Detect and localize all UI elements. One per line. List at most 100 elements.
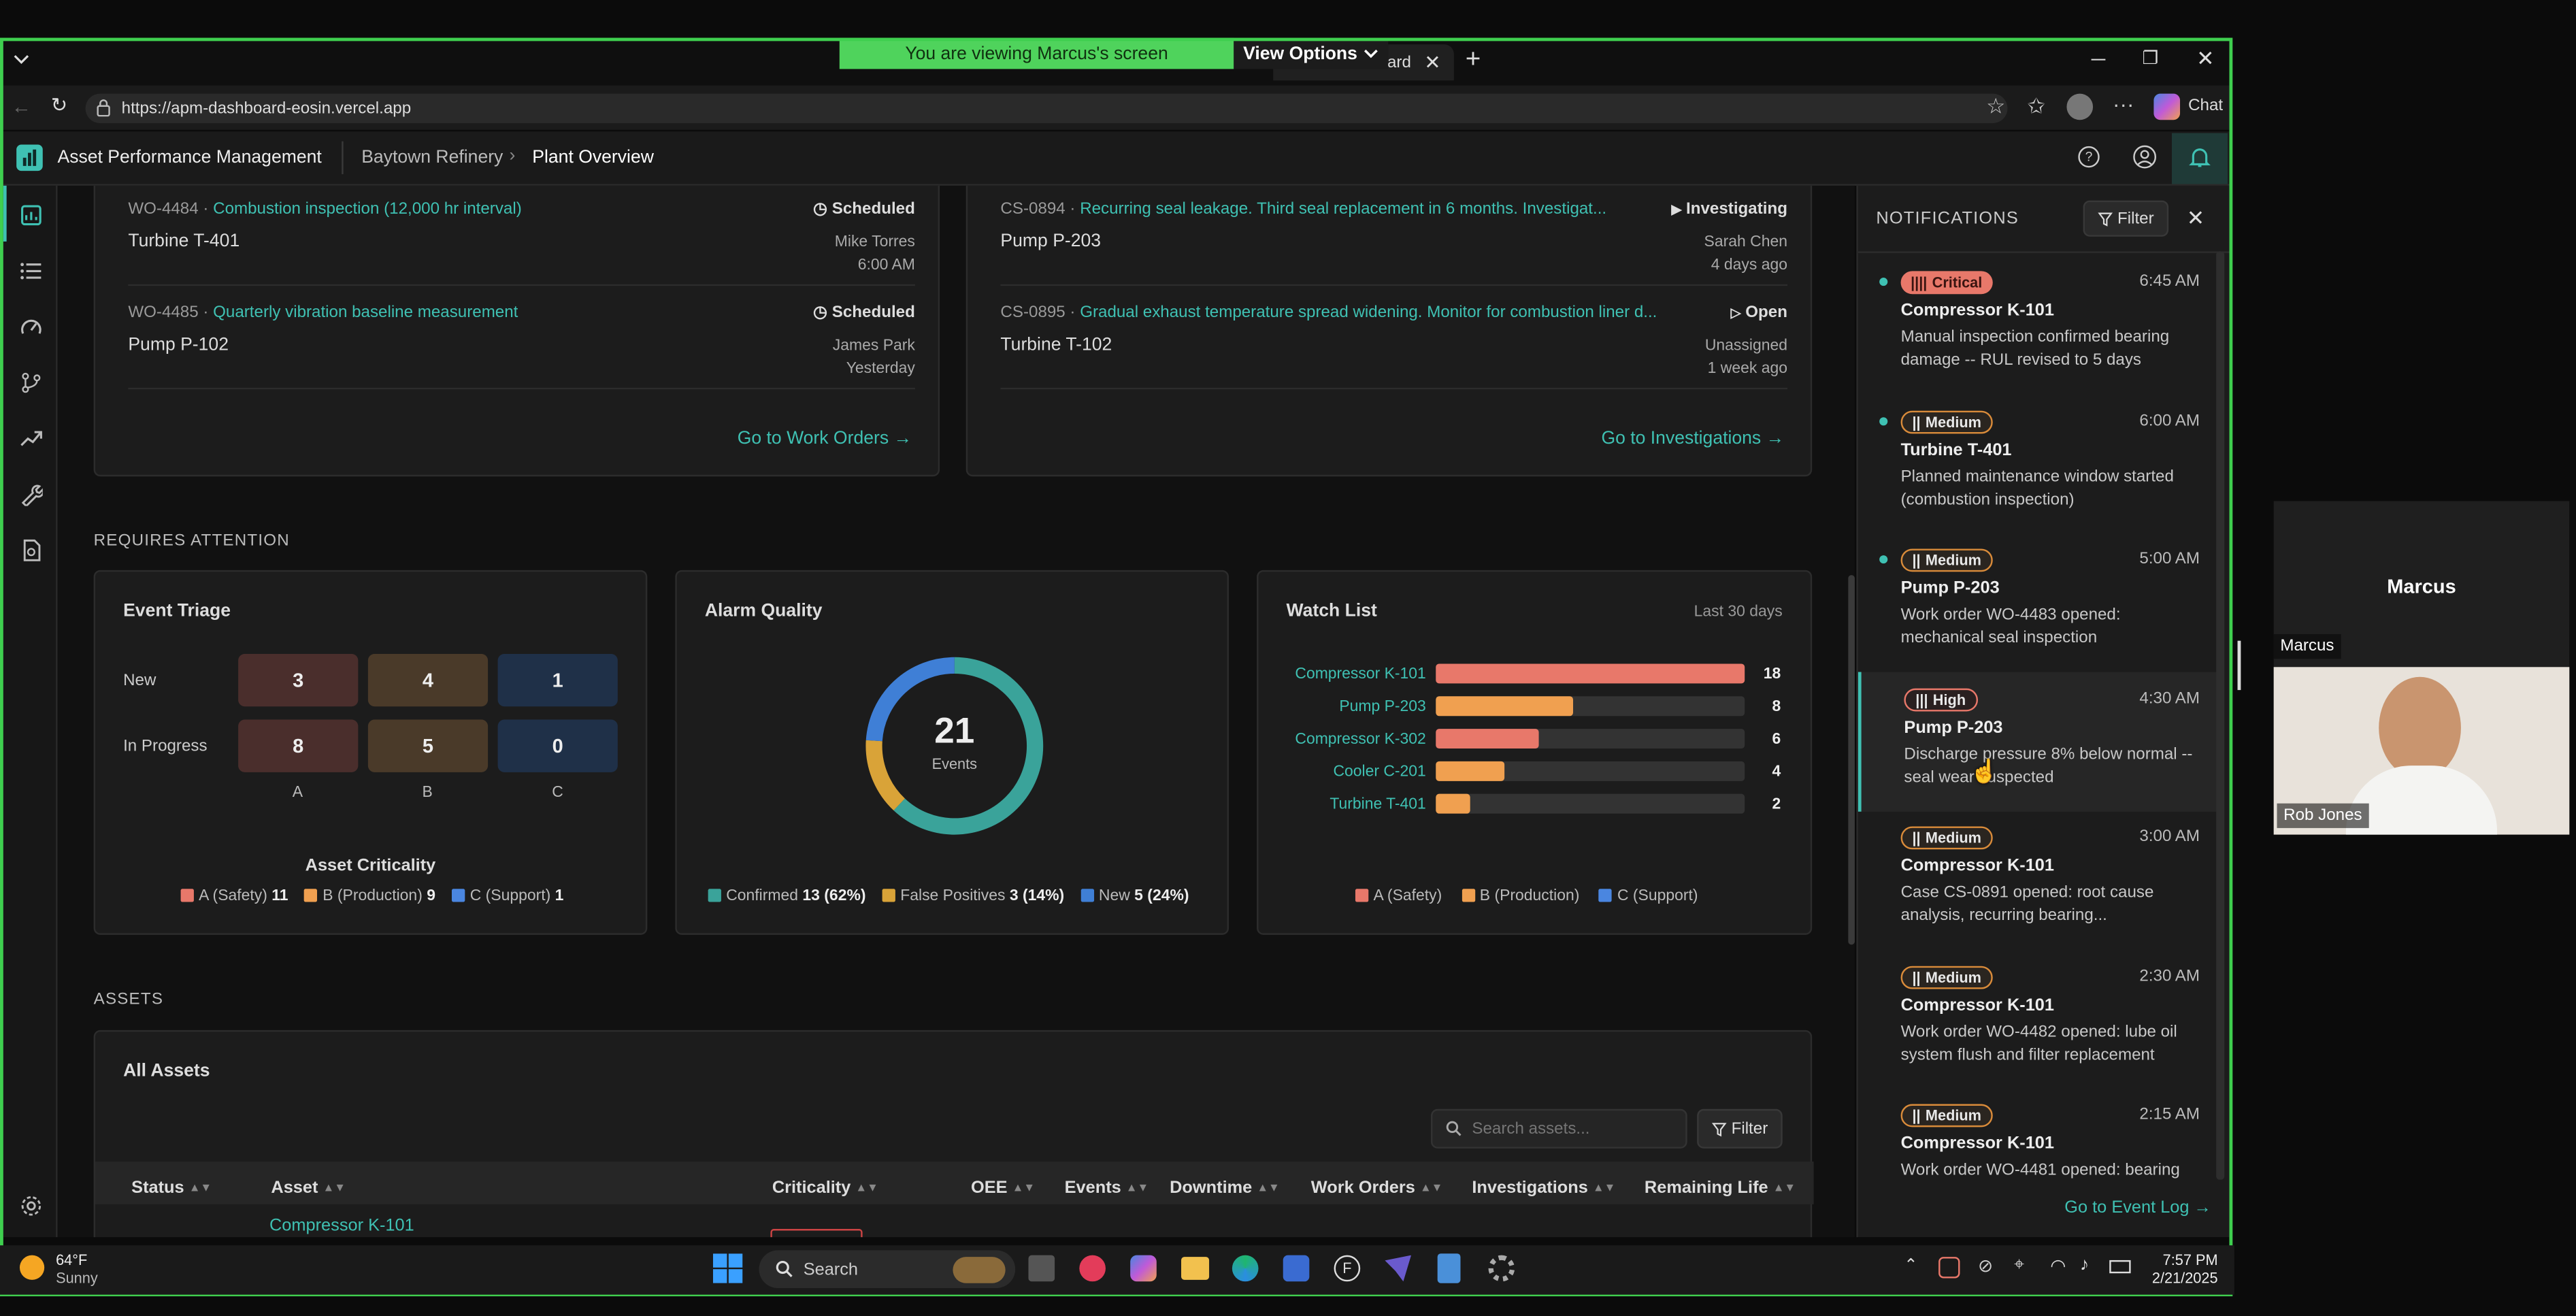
close-notifications-icon[interactable]: ✕ [2187, 205, 2205, 232]
favorites-icon[interactable]: ✩ [2027, 94, 2045, 120]
work-order-row[interactable]: WO-4485 · Quarterly vibration baseline m… [128, 291, 915, 390]
nav-gauge-icon[interactable] [20, 316, 43, 339]
main-scrollbar[interactable] [1848, 575, 1855, 945]
investigation-row[interactable]: CS-0895 · Gradual exhaust temperature sp… [1000, 291, 1787, 390]
case-title-link[interactable]: Recurring seal leakage. Third seal repla… [1080, 201, 1606, 219]
asset-search-input[interactable] [1472, 1119, 1670, 1138]
column-work-orders[interactable]: Work Orders ▲▼ [1311, 1170, 1443, 1206]
triage-cell-inprogress-b[interactable]: 5 [367, 719, 489, 772]
column-status[interactable]: Status ▲▼ [131, 1170, 212, 1206]
chat-button[interactable]: Chat [2188, 97, 2223, 115]
tray-chevron-icon[interactable]: ⌃ [1904, 1257, 1917, 1275]
settings-app-icon[interactable] [1488, 1255, 1515, 1282]
edge-browser-icon[interactable] [1232, 1255, 1259, 1282]
notifications-bell-button[interactable] [2171, 133, 2228, 184]
notification-item[interactable]: || Medium 2:30 AM Compressor K-101 Work orde… [1858, 949, 2216, 1088]
address-bar[interactable]: https://apm-dashboard-eosin.vercel.app [85, 93, 2008, 124]
favorite-star-icon[interactable]: ☆ [1986, 94, 2005, 120]
file-explorer-icon[interactable] [1181, 1257, 1210, 1280]
new-tab-icon[interactable]: + [1466, 46, 1481, 76]
reload-icon[interactable]: ↻ [51, 94, 67, 117]
notification-item[interactable]: || Medium 5:00 AM Pump P-203 Work order WO-4… [1858, 532, 2216, 672]
bar-category-label[interactable]: Turbine T-401 [1330, 794, 1425, 812]
nav-wrench-icon[interactable] [20, 483, 43, 506]
nav-document-icon[interactable] [20, 539, 43, 562]
go-to-work-orders-link[interactable]: Go to Work Orders → [738, 429, 912, 448]
notification-item[interactable]: ||| High 4:30 AM Pump P-203 Discharge pressu… [1857, 671, 2217, 811]
go-to-event-log-link[interactable]: Go to Event Log → [2064, 1198, 2211, 1217]
back-icon[interactable]: ← [12, 95, 31, 118]
investigation-row[interactable]: CS-0894 · Recurring seal leakage. Third … [1000, 187, 1787, 286]
notepad-icon[interactable] [1437, 1253, 1461, 1283]
triage-cell-inprogress-c[interactable]: 0 [497, 719, 618, 772]
go-to-investigations-link[interactable]: Go to Investigations → [1601, 429, 1784, 448]
minimize-icon[interactable]: ─ [2092, 48, 2106, 71]
nav-list-icon[interactable] [20, 259, 43, 282]
wifi-icon[interactable]: ◠ [2050, 1255, 2066, 1277]
column-remaining-life[interactable]: Remaining Life ▲▼ [1645, 1170, 1796, 1206]
nav-dashboard-icon[interactable] [20, 203, 43, 227]
work-order-title-link[interactable]: Quarterly vibration baseline measurement [213, 304, 518, 323]
work-order-title-link[interactable]: Combustion inspection (12,000 hr interva… [213, 201, 522, 219]
bar-category-label[interactable]: Compressor K-101 [1295, 664, 1425, 682]
bar[interactable] [1436, 729, 1539, 749]
task-view-icon[interactable] [1028, 1255, 1055, 1282]
profile-avatar[interactable] [2066, 93, 2094, 120]
restore-icon[interactable]: ❐ [2143, 48, 2159, 69]
notification-item[interactable]: |||| Critical 6:45 AM Compressor K-101 Manua… [1858, 254, 2216, 394]
pinned-app-icon[interactable] [1385, 1255, 1412, 1282]
f-app-icon[interactable]: F [1334, 1255, 1361, 1282]
help-icon[interactable]: ? [2078, 146, 2100, 168]
window-close-icon[interactable]: ✕ [2196, 46, 2214, 73]
tab-list-chevron-icon[interactable] [13, 51, 29, 67]
taskbar-search-box[interactable]: Search [759, 1250, 1016, 1288]
resize-handle[interactable] [2237, 640, 2241, 691]
bar-category-label[interactable]: Pump P-203 [1339, 697, 1425, 714]
nav-settings-gear-icon[interactable] [20, 1194, 43, 1217]
tray-location-icon[interactable]: ⌖ [2014, 1255, 2024, 1277]
bar[interactable] [1436, 761, 1505, 781]
video-tile-rob-jones[interactable]: Rob Jones [2273, 667, 2570, 835]
triage-cell-inprogress-a[interactable]: 8 [238, 719, 359, 772]
bar[interactable] [1436, 696, 1574, 717]
nav-branch-icon[interactable] [20, 372, 43, 395]
bar-category-label[interactable]: Compressor K-302 [1295, 729, 1425, 747]
column-events[interactable]: Events ▲▼ [1065, 1170, 1149, 1206]
bar[interactable] [1436, 663, 1745, 684]
bar-category-label[interactable]: Cooler C-201 [1333, 762, 1425, 780]
close-tab-icon[interactable]: ✕ [1424, 51, 1440, 74]
notification-item[interactable]: || Medium 6:00 AM Turbine T-401 Planned main… [1858, 393, 2216, 533]
bar[interactable] [1436, 793, 1470, 814]
store-icon[interactable] [1283, 1255, 1310, 1282]
triage-cell-new-a[interactable]: 3 [238, 653, 359, 707]
battery-icon[interactable] [2109, 1260, 2131, 1274]
triage-cell-new-c[interactable]: 1 [497, 653, 618, 707]
column-criticality[interactable]: Criticality ▲▼ [772, 1170, 878, 1206]
column-investigations[interactable]: Investigations ▲▼ [1472, 1170, 1615, 1206]
itunes-icon[interactable] [1079, 1255, 1106, 1282]
more-menu-icon[interactable]: ··· [2113, 92, 2134, 116]
volume-icon[interactable]: ♪ [2080, 1255, 2089, 1275]
column-downtime[interactable]: Downtime ▲▼ [1170, 1170, 1280, 1206]
tray-muted-icon[interactable]: ⊘ [1978, 1255, 1993, 1277]
notifications-scrollbar[interactable] [2216, 251, 2225, 1180]
case-title-link[interactable]: Gradual exhaust temperature spread widen… [1080, 304, 1657, 323]
account-icon[interactable] [2132, 144, 2157, 169]
notification-item[interactable]: || Medium 3:00 AM Compressor K-101 Case CS-0… [1858, 810, 2216, 949]
notifications-filter-button[interactable]: Filter [2083, 200, 2169, 237]
tray-app-icon[interactable] [1938, 1257, 1960, 1279]
nav-trend-icon[interactable] [20, 427, 43, 450]
site-info-icon[interactable] [95, 99, 112, 117]
work-order-row[interactable]: WO-4484 · Combustion inspection (12,000 … [128, 187, 915, 286]
asset-filter-button[interactable]: Filter [1697, 1108, 1783, 1149]
copilot-icon[interactable] [2153, 93, 2181, 120]
triage-cell-new-b[interactable]: 4 [367, 653, 489, 707]
app-logo-icon[interactable] [16, 144, 43, 171]
windows-start-icon[interactable] [712, 1253, 743, 1283]
view-options-button[interactable]: View Options [1234, 37, 1389, 69]
asset-row-link[interactable]: Compressor K-101 [269, 1216, 414, 1236]
column-oee[interactable]: OEE ▲▼ [971, 1170, 1035, 1206]
asset-search-box[interactable] [1431, 1108, 1687, 1149]
column-asset[interactable]: Asset ▲▼ [271, 1170, 346, 1206]
weather-sun-icon[interactable] [19, 1255, 45, 1280]
